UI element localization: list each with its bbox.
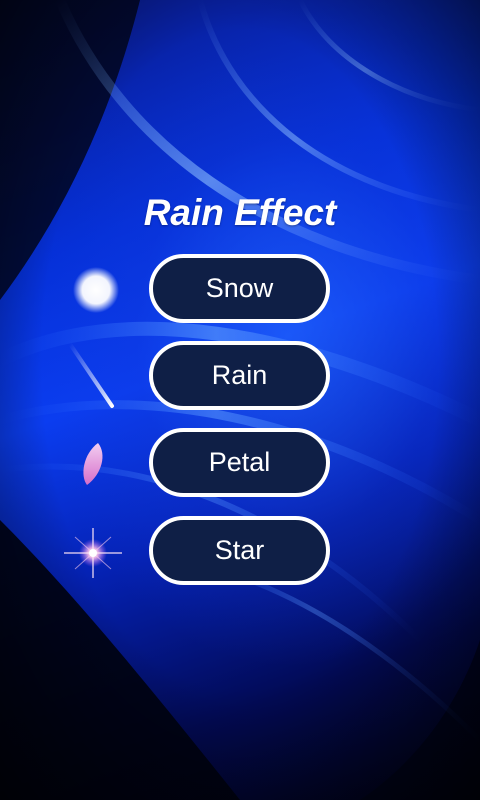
petal-button[interactable]: Petal — [149, 428, 330, 497]
star-button[interactable]: Star — [149, 516, 330, 585]
snowball-icon — [73, 267, 119, 313]
page-title: Rain Effect — [143, 192, 337, 233]
app-screen: Rain Effect Snow Rain Petal Star — [0, 0, 480, 800]
petal-icon — [83, 443, 103, 485]
rain-button[interactable]: Rain — [149, 341, 330, 410]
raindrop-streak-icon — [68, 342, 114, 408]
snow-button[interactable]: Snow — [149, 254, 330, 323]
sparkle-star-icon — [64, 528, 122, 578]
